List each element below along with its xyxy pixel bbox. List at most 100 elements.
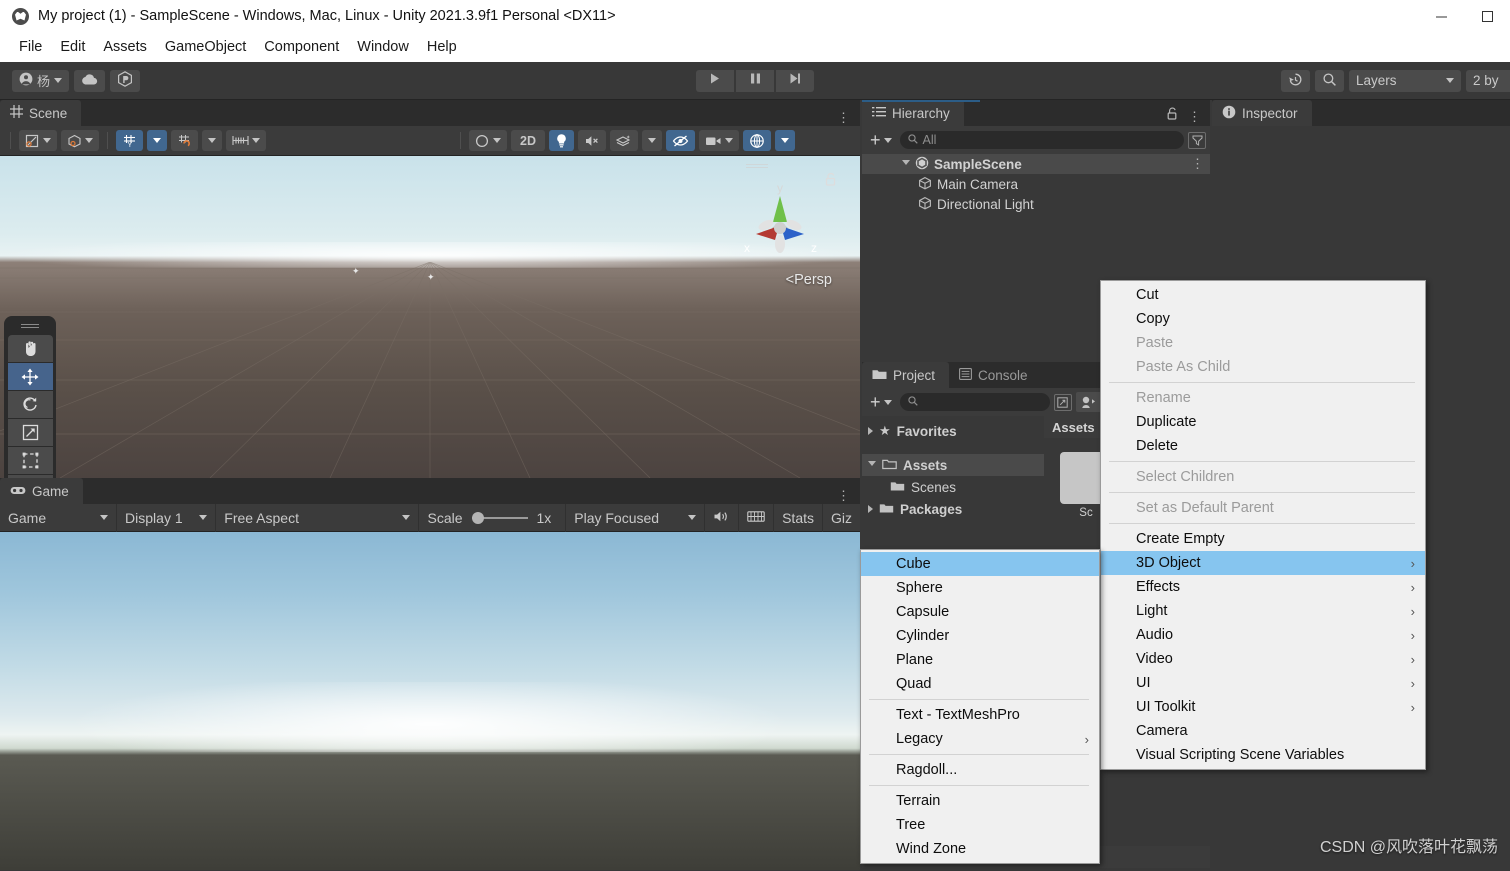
chevron-down-icon[interactable]: [902, 159, 910, 169]
pause-button[interactable]: [736, 69, 774, 92]
ctx-video[interactable]: Video ›: [1101, 647, 1425, 671]
lock-icon[interactable]: [1166, 107, 1179, 126]
gizmos-toggle-button[interactable]: [742, 130, 771, 151]
stats-button[interactable]: Stats: [774, 503, 823, 532]
menu-gameobject[interactable]: GameObject: [156, 36, 255, 58]
game-target-dropdown[interactable]: Game: [0, 503, 118, 532]
aspect-grid-button[interactable]: [739, 503, 775, 532]
shading-mode-button[interactable]: [469, 130, 507, 151]
project-search-expand-button[interactable]: [1053, 393, 1072, 411]
2d-toggle-button[interactable]: 2D: [511, 130, 545, 151]
audio-toggle-button[interactable]: [577, 130, 606, 151]
submenu-wind-zone[interactable]: Wind Zone: [861, 837, 1099, 861]
submenu-capsule[interactable]: Capsule: [861, 600, 1099, 624]
gizmos-caret[interactable]: [774, 130, 795, 151]
gizmo-mode-button[interactable]: [61, 130, 99, 151]
grid-snap-caret[interactable]: [202, 130, 222, 151]
tab-game[interactable]: Game: [0, 478, 83, 504]
layout-dropdown[interactable]: 2 by: [1466, 69, 1510, 92]
project-tree-favorites[interactable]: ★ Favorites: [862, 420, 1044, 442]
hierarchy-item-samplescene[interactable]: SampleScene ⋮: [862, 154, 1210, 174]
submenu-cube[interactable]: Cube: [861, 552, 1099, 576]
chevron-right-icon[interactable]: [868, 505, 873, 513]
ctx-audio[interactable]: Audio ›: [1101, 623, 1425, 647]
move-tool-button[interactable]: [7, 363, 53, 390]
tab-hierarchy[interactable]: Hierarchy: [862, 100, 964, 126]
mute-audio-button[interactable]: [705, 503, 740, 532]
gizmos-button[interactable]: Giz: [823, 504, 860, 532]
ctx-ui[interactable]: UI ›: [1101, 671, 1425, 695]
hierarchy-search-input[interactable]: All: [899, 131, 1184, 149]
scale-tool-button[interactable]: [7, 419, 53, 446]
create-asset-button[interactable]: +: [866, 393, 896, 411]
submenu-cylinder[interactable]: Cylinder: [861, 624, 1099, 648]
submenu-legacy[interactable]: Legacy ›: [861, 727, 1099, 751]
tab-inspector[interactable]: Inspector: [1212, 100, 1312, 126]
projection-label[interactable]: <Persp: [786, 272, 832, 288]
cloud-button[interactable]: [74, 69, 106, 92]
rotate-tool-button[interactable]: [7, 391, 53, 418]
chevron-down-icon[interactable]: [868, 460, 876, 470]
menu-file[interactable]: File: [10, 36, 51, 58]
game-options-kebab[interactable]: ⋮: [837, 488, 860, 504]
lighting-toggle-button[interactable]: [548, 130, 574, 151]
project-type-filter-button[interactable]: [1075, 392, 1102, 412]
grid-size-button[interactable]: [226, 130, 266, 151]
hierarchy-item-directional-light[interactable]: Directional Light: [862, 194, 1210, 214]
tab-project[interactable]: Project: [862, 362, 950, 388]
hand-tool-button[interactable]: [7, 335, 53, 362]
submenu-ragdoll[interactable]: Ragdoll...: [861, 758, 1099, 782]
scale-slider-knob[interactable]: [471, 511, 484, 524]
services-button[interactable]: [110, 69, 141, 92]
search-button[interactable]: [1315, 69, 1344, 92]
menu-assets[interactable]: Assets: [94, 36, 156, 58]
game-viewport[interactable]: [0, 532, 860, 870]
ctx-ui-toolkit[interactable]: UI Toolkit ›: [1101, 695, 1425, 719]
layers-dropdown[interactable]: Layers: [1349, 69, 1461, 92]
minimize-icon[interactable]: [1418, 0, 1464, 32]
project-tree-scenes[interactable]: Scenes: [862, 476, 1044, 498]
effects-toggle-button[interactable]: [609, 130, 638, 151]
chevron-right-icon[interactable]: [868, 427, 873, 435]
pivot-rotation-button[interactable]: Y: [116, 130, 143, 151]
ctx-camera[interactable]: Camera: [1101, 719, 1425, 743]
scale-slider[interactable]: Scale 1x: [419, 503, 567, 532]
ctx-effects[interactable]: Effects ›: [1101, 575, 1425, 599]
project-search-input[interactable]: [899, 393, 1050, 411]
project-tree-packages[interactable]: Packages: [862, 498, 1044, 520]
project-tree-assets[interactable]: Assets: [862, 454, 1044, 476]
play-button[interactable]: [696, 69, 734, 92]
hierarchy-item-kebab[interactable]: ⋮: [1191, 156, 1204, 172]
effects-caret[interactable]: [641, 130, 662, 151]
ctx-visual-scripting-scene-variables[interactable]: Visual Scripting Scene Variables: [1101, 743, 1425, 767]
palette-grip[interactable]: [21, 323, 39, 330]
submenu-terrain[interactable]: Terrain: [861, 789, 1099, 813]
hierarchy-filter-button[interactable]: [1188, 131, 1206, 149]
hierarchy-options-kebab[interactable]: ⋮: [1188, 109, 1201, 125]
ctx-light[interactable]: Light ›: [1101, 599, 1425, 623]
submenu-text-textmeshpro[interactable]: Text - TextMeshPro: [861, 703, 1099, 727]
scale-slider-track[interactable]: [471, 511, 528, 524]
menu-window[interactable]: Window: [348, 36, 418, 58]
maximize-icon[interactable]: [1464, 0, 1510, 32]
undo-history-button[interactable]: [1281, 69, 1310, 92]
submenu-plane[interactable]: Plane: [861, 648, 1099, 672]
account-button[interactable]: 杨: [12, 69, 70, 92]
tab-console[interactable]: Console: [949, 362, 1042, 388]
pivot-rotation-caret[interactable]: [147, 130, 167, 151]
scene-camera-button[interactable]: [698, 130, 739, 151]
menu-help[interactable]: Help: [418, 36, 466, 58]
hierarchy-item-main-camera[interactable]: Main Camera: [862, 174, 1210, 194]
tab-scene[interactable]: Scene: [0, 100, 82, 126]
scene-options-kebab[interactable]: ⋮: [837, 110, 860, 126]
display-dropdown[interactable]: Display 1: [117, 503, 217, 532]
submenu-quad[interactable]: Quad: [861, 672, 1099, 696]
grid-snap-button[interactable]: [171, 130, 198, 151]
rect-tool-button[interactable]: [7, 447, 53, 474]
step-button[interactable]: [776, 69, 814, 92]
ctx-copy[interactable]: Copy: [1101, 307, 1425, 331]
ctx-3d-object[interactable]: 3D Object ›: [1101, 551, 1425, 575]
ctx-delete[interactable]: Delete: [1101, 434, 1425, 458]
ctx-cut[interactable]: Cut: [1101, 283, 1425, 307]
submenu-sphere[interactable]: Sphere: [861, 576, 1099, 600]
